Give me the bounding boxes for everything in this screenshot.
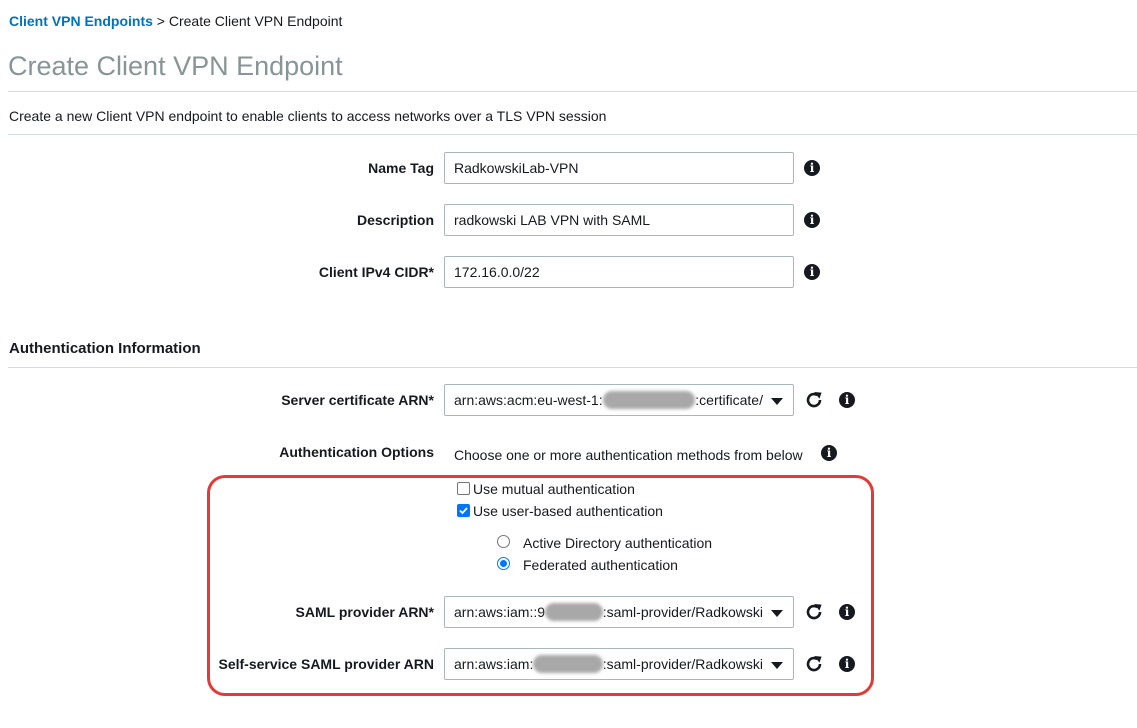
name-tag-input[interactable] (444, 152, 794, 184)
chevron-down-icon (771, 662, 783, 669)
subtitle-divider (8, 134, 1137, 135)
self-service-saml-select[interactable]: arn:aws:iam: :saml-provider/Radkowski (444, 648, 794, 680)
check-icon (459, 507, 468, 515)
active-directory-radio[interactable] (497, 535, 510, 548)
select-value-suffix: :certificate/ (695, 392, 763, 408)
breadcrumb-current: Create Client VPN Endpoint (168, 13, 343, 29)
description-label: Description (356, 212, 434, 228)
select-value-suffix: :saml-provider/Radkowski (602, 656, 763, 672)
auth-options-hint: Choose one or more authentication method… (454, 447, 803, 463)
info-icon[interactable]: i (821, 445, 837, 461)
info-icon[interactable]: i (804, 264, 820, 280)
section-divider (8, 367, 1137, 368)
page-title: Create Client VPN Endpoint (8, 51, 343, 81)
self-service-saml-label: Self-service SAML provider ARN (218, 656, 434, 672)
redacted-account-id (545, 603, 603, 621)
saml-provider-select[interactable]: arn:aws:iam::9 :saml-provider/Radkowski (444, 596, 794, 628)
select-value-prefix: arn:aws:iam: (454, 656, 534, 672)
saml-provider-label: SAML provider ARN* (295, 604, 434, 620)
chevron-down-icon (771, 610, 783, 617)
select-value-prefix: arn:aws:acm:eu-west-1: (454, 392, 603, 408)
breadcrumb: Client VPN Endpoints > Create Client VPN… (9, 13, 342, 29)
breadcrumb-link-client-vpn-endpoints[interactable]: Client VPN Endpoints (9, 13, 153, 29)
description-input[interactable] (444, 204, 794, 236)
server-cert-label: Server certificate ARN* (281, 392, 434, 408)
user-based-auth-label[interactable]: Use user-based authentication (473, 503, 663, 519)
redacted-account-id (533, 655, 603, 673)
refresh-icon[interactable] (804, 602, 824, 622)
chevron-down-icon (771, 398, 783, 405)
auth-options-label: Authentication Options (279, 444, 434, 460)
user-based-auth-checkbox[interactable] (457, 504, 470, 517)
federated-auth-label[interactable]: Federated authentication (523, 557, 678, 573)
page-subtitle: Create a new Client VPN endpoint to enab… (9, 108, 607, 124)
refresh-icon[interactable] (804, 390, 824, 410)
info-icon[interactable]: i (804, 212, 820, 228)
info-icon[interactable]: i (839, 604, 855, 620)
select-value-prefix: arn:aws:iam::9 (454, 604, 546, 620)
mutual-auth-checkbox[interactable] (457, 482, 470, 495)
info-icon[interactable]: i (804, 160, 820, 176)
active-directory-label[interactable]: Active Directory authentication (523, 535, 712, 551)
refresh-icon[interactable] (804, 654, 824, 674)
select-value-suffix: :saml-provider/Radkowski (602, 604, 763, 620)
info-icon[interactable]: i (839, 656, 855, 672)
info-icon[interactable]: i (839, 392, 855, 408)
redacted-account-id (602, 391, 696, 409)
name-tag-label: Name Tag (368, 160, 434, 176)
section-title-authentication: Authentication Information (9, 340, 201, 357)
breadcrumb-separator: > (156, 13, 165, 29)
title-divider (8, 91, 1137, 92)
server-cert-select[interactable]: arn:aws:acm:eu-west-1: :certificate/ (444, 384, 794, 416)
client-cidr-label: Client IPv4 CIDR* (318, 264, 434, 280)
federated-auth-radio[interactable] (497, 557, 510, 570)
client-cidr-input[interactable] (444, 256, 794, 288)
mutual-auth-label[interactable]: Use mutual authentication (473, 481, 635, 497)
